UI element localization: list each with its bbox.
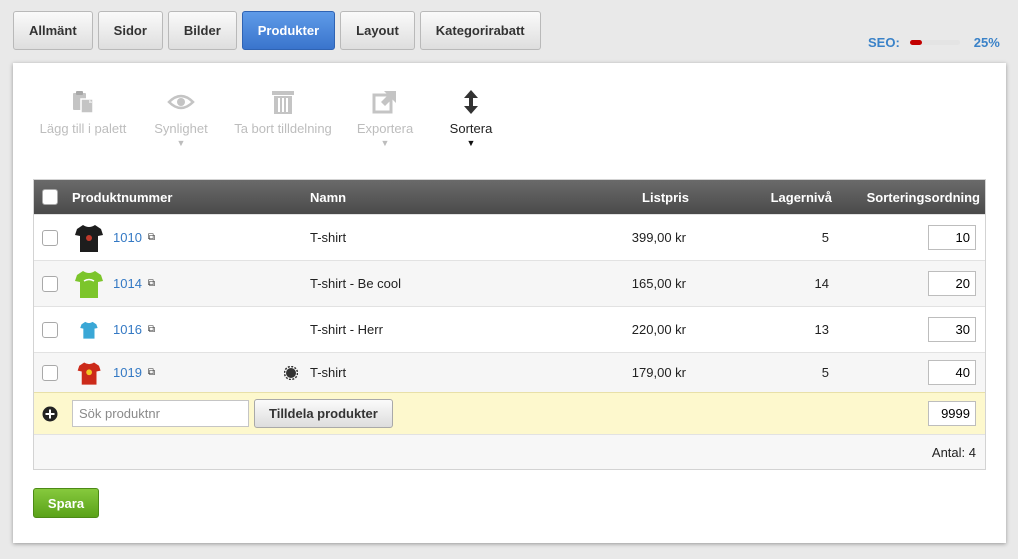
product-number-link[interactable]: 1019: [113, 365, 142, 380]
sort-order-input[interactable]: [928, 360, 976, 385]
product-price: 220,00 kr: [631, 322, 686, 337]
row-count: Antal: 4: [931, 444, 976, 460]
add-circle-icon[interactable]: [42, 393, 58, 434]
tshirt-icon: [80, 321, 98, 339]
product-number-link[interactable]: 1014: [113, 276, 142, 291]
tshirt-icon: [75, 224, 103, 252]
header-stock[interactable]: Lagernivå: [734, 180, 832, 214]
sort-tool[interactable]: Sortera ▼: [441, 87, 501, 148]
seo-label: SEO:: [868, 35, 900, 50]
assign-products-button[interactable]: Tilldela produkter: [254, 399, 393, 428]
row-checkbox[interactable]: [42, 275, 58, 292]
table-row: 1010 ⧉ T-shirt 399,00 kr 5: [34, 214, 985, 260]
sort-label: Sortera: [449, 121, 493, 136]
visibility-caret-icon: ▼: [176, 138, 186, 148]
product-name: T-shirt: [310, 365, 347, 380]
product-stock: 5: [821, 365, 829, 380]
product-stock: 14: [814, 276, 829, 291]
tab-bar: Allmänt Sidor Bilder Produkter Layout Ka…: [13, 11, 546, 50]
eye-icon: [167, 87, 195, 117]
product-number-link[interactable]: 1016: [113, 322, 142, 337]
sort-order-input[interactable]: [928, 271, 976, 296]
product-thumbnail: [73, 261, 105, 306]
row-checkbox[interactable]: [42, 364, 58, 381]
table-row: 1014 ⧉ T-shirt - Be cool 165,00 kr 14: [34, 260, 985, 306]
products-table: Produktnummer Namn Listpris Lagernivå So…: [33, 179, 986, 470]
tab-allmant[interactable]: Allmänt: [13, 11, 93, 50]
add-to-palette-label: Lägg till i palett: [39, 121, 127, 136]
visibility-label: Synlighet: [154, 121, 208, 136]
sort-caret-icon: ▼: [466, 138, 476, 148]
open-external-icon[interactable]: ⧉: [148, 278, 155, 289]
product-thumbnail: [73, 307, 105, 352]
remove-assignment-label: Ta bort tilldelning: [234, 121, 332, 136]
open-external-icon[interactable]: ⧉: [148, 232, 155, 243]
product-name: T-shirt - Be cool: [310, 276, 402, 291]
export-label: Exportera: [356, 121, 414, 136]
product-search-input[interactable]: [72, 400, 249, 427]
products-panel: Lägg till i palett Synlighet ▼ Ta bort t…: [13, 63, 1006, 543]
sort-order-input[interactable]: [928, 317, 976, 342]
seo-value: 25%: [973, 35, 1000, 50]
row-checkbox[interactable]: [42, 229, 58, 246]
tshirt-icon: [77, 361, 101, 385]
product-price: 165,00 kr: [631, 276, 686, 291]
product-thumbnail: [73, 353, 105, 392]
tab-kategorirabatt[interactable]: Kategorirabatt: [419, 11, 541, 50]
header-sort-order[interactable]: Sorteringsordning: [854, 180, 980, 214]
tab-layout[interactable]: Layout: [340, 11, 415, 50]
new-sort-order-input[interactable]: [928, 401, 976, 426]
product-name: T-shirt - Herr: [310, 322, 383, 337]
table-row: 1019 ⧉ T-shirt 179,00 kr 5: [34, 352, 985, 392]
product-name: T-shirt: [310, 230, 347, 245]
vertical-arrows-icon: [462, 87, 480, 117]
seo-progress-bar: [909, 40, 960, 45]
sort-order-input[interactable]: [928, 225, 976, 250]
tab-sidor[interactable]: Sidor: [97, 11, 163, 50]
select-all-cell: [42, 180, 58, 214]
export-icon: [372, 87, 398, 117]
header-list-price[interactable]: Listpris: [574, 180, 689, 214]
save-button[interactable]: Spara: [33, 488, 99, 518]
tab-produkter[interactable]: Produkter: [241, 11, 336, 50]
table-row: 1016 ⧉ T-shirt - Herr 220,00 kr 13: [34, 306, 985, 352]
header-name[interactable]: Namn: [310, 180, 346, 214]
product-price: 179,00 kr: [631, 365, 686, 380]
export-caret-icon: ▼: [380, 138, 390, 148]
open-external-icon[interactable]: ⧉: [148, 367, 155, 378]
product-stock: 5: [821, 230, 829, 245]
table-footer: Antal: 4: [34, 434, 985, 469]
open-external-icon[interactable]: ⧉: [148, 324, 155, 335]
tshirt-icon: [75, 270, 103, 298]
product-number-link[interactable]: 1010: [113, 230, 142, 245]
gear-icon: [284, 353, 298, 392]
remove-assignment-tool[interactable]: Ta bort tilldelning: [233, 87, 333, 136]
export-tool[interactable]: Exportera ▼: [350, 87, 420, 148]
product-thumbnail: [73, 215, 105, 260]
select-all-checkbox[interactable]: [42, 189, 58, 205]
header-product-number[interactable]: Produktnummer: [72, 180, 172, 214]
trash-icon: [271, 87, 295, 117]
seo-progress-fill: [909, 40, 923, 45]
product-price: 399,00 kr: [631, 230, 686, 245]
clipboard-icon: [70, 87, 96, 117]
assign-products-row: Tilldela produkter: [34, 392, 985, 434]
add-to-palette-tool[interactable]: Lägg till i palett: [33, 87, 133, 136]
seo-indicator: SEO: 25%: [868, 35, 1000, 50]
table-header: Produktnummer Namn Listpris Lagernivå So…: [34, 180, 985, 214]
visibility-tool[interactable]: Synlighet ▼: [146, 87, 216, 148]
tab-bilder[interactable]: Bilder: [167, 11, 237, 50]
product-stock: 13: [814, 322, 829, 337]
row-checkbox[interactable]: [42, 321, 58, 338]
